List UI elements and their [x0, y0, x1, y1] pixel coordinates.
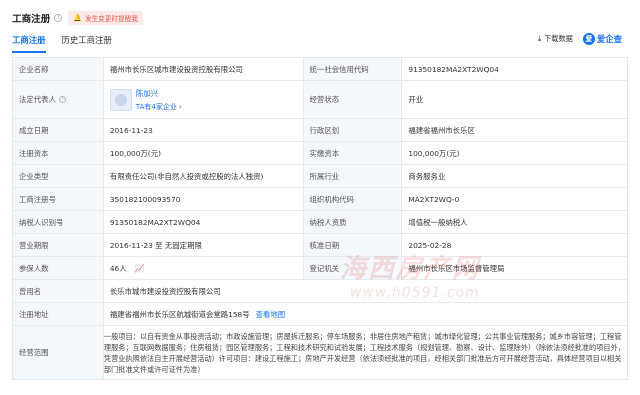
change-notify-button[interactable]: 🔔 发生变更时提醒我 — [68, 11, 143, 25]
help-icon[interactable]: ? — [54, 14, 63, 22]
legal-rep-label: 法定代表人 — [19, 95, 56, 104]
value-industry: 商务服务业 — [402, 165, 628, 187]
value-founded: 2016-11-23 — [104, 119, 304, 141]
avatar — [109, 88, 132, 111]
value-former-name: 长乐市城市建设投资控股有限公司 — [104, 280, 628, 302]
legal-rep-name[interactable]: 陈加兴 — [136, 88, 182, 99]
label-registered-capital: 注册资本 — [13, 142, 104, 164]
address-text: 福建省福州市长乐区航城街道会堂路158号 — [109, 309, 250, 319]
table-row: 曾用名 长乐市城市建设投资控股有限公司 — [13, 280, 628, 303]
label-region: 行政区划 — [303, 119, 403, 141]
value-paidin-capital: 100,000万(元) — [402, 142, 628, 164]
table-row: 工商注册号 350182100093570 组织机构代码 MA2XT2WQ-0 — [13, 188, 628, 211]
brand-icon: 爱 — [582, 33, 595, 45]
table-row: 纳税人识别号 91350182MA2XT2WQ04 纳税人资质 增值税一般纳税人 — [13, 211, 628, 234]
avatar-person-icon — [114, 93, 127, 106]
brand-label: 爱企查 — [596, 34, 622, 44]
value-address: 福建省福州市长乐区航城街道会堂路158号 查看地图 — [104, 303, 628, 325]
label-approval-date: 核准日期 — [303, 234, 403, 256]
label-registration-authority: 登记机关 — [303, 257, 403, 279]
value-taxpayer-qual: 增值税一般纳税人 — [402, 211, 628, 233]
tab-business-registration[interactable]: 工商注册 — [12, 34, 46, 53]
table-row: 法定代表人 ? 陈加兴 TA有4家企业 › 经营状态 开业 — [13, 81, 628, 119]
table-row: 营业期限 2016-11-23 至 无固定期限 核准日期 2025-02-28 — [13, 234, 628, 257]
insured-count: 46人 — [109, 263, 127, 273]
value-business-term: 2016-11-23 至 无固定期限 — [104, 234, 304, 256]
value-insured: 46人 📈 — [104, 257, 304, 279]
table-row: 注册地址 福建省福州市长乐区航城街道会堂路158号 查看地图 — [13, 303, 628, 326]
label-org-code: 组织机构代码 — [303, 188, 403, 210]
label-credit-code: 统一社会信用代码 — [303, 58, 403, 80]
toolbar: ⤓ 下载数据 爱 爱企查 — [538, 33, 622, 45]
table-row: 经营范围 一般项目：以自有资金从事投资活动；市政设施管理；房屋拆迁服务；停车场服… — [13, 326, 628, 380]
tab-bar: 工商注册 历史工商注册 — [12, 34, 128, 53]
value-legal-rep: 陈加兴 TA有4家企业 › — [104, 81, 304, 118]
label-insured: 参保人数 — [13, 257, 104, 279]
label-address: 注册地址 — [13, 303, 104, 325]
label-business-scope: 经营范围 — [13, 326, 104, 379]
value-approval-date: 2025-02-28 — [402, 234, 628, 256]
trend-chart-icon[interactable]: 📈 — [135, 264, 145, 273]
table-row: 注册资本 100,000万(元) 实缴资本 100,000万(元) — [13, 142, 628, 165]
label-industry: 所属行业 — [303, 165, 403, 187]
label-taxpayer-id: 纳税人识别号 — [13, 211, 104, 233]
table-row: 企业名称 福州市长乐区城市建设投资控股有限公司 统一社会信用代码 9135018… — [13, 58, 628, 81]
value-taxpayer-id: 91350182MA2XT2WQ04 — [104, 211, 304, 233]
tab-history-registration[interactable]: 历史工商注册 — [62, 34, 112, 53]
info-icon[interactable]: ? — [58, 96, 66, 103]
value-business-scope: 一般项目：以自有资金从事投资活动；市政设施管理；房屋拆迁服务；停车场服务；非居住… — [104, 326, 628, 379]
label-business-term: 营业期限 — [13, 234, 104, 256]
label-legal-rep: 法定代表人 ? — [13, 81, 104, 118]
label-status: 经营状态 — [303, 81, 403, 118]
value-company-type: 有限责任公司(非自然人投资或控股的法人独资) — [104, 165, 304, 187]
page-title: 工商注册 — [12, 14, 51, 25]
label-company-name: 企业名称 — [13, 58, 104, 80]
value-status: 开业 — [402, 81, 628, 118]
label-founded: 成立日期 — [13, 119, 104, 141]
legal-rep-card[interactable]: 陈加兴 TA有4家企业 › — [109, 88, 182, 112]
value-region: 福建省福州市长乐区 — [402, 119, 628, 141]
value-credit-code: 91350182MA2XT2WQ04 — [402, 58, 628, 80]
registration-table: 企业名称 福州市长乐区城市建设投资控股有限公司 统一社会信用代码 9135018… — [12, 57, 628, 380]
bell-icon: 🔔 — [73, 14, 83, 22]
value-registration-authority: 福州市长乐区市场监督管理局 — [402, 257, 628, 279]
label-paidin-capital: 实缴资本 — [303, 142, 403, 164]
brand-logo: 爱 爱企查 — [582, 33, 622, 45]
value-registered-capital: 100,000万(元) — [104, 142, 304, 164]
value-org-code: MA2XT2WQ-0 — [402, 188, 628, 210]
table-row: 成立日期 2016-11-23 行政区划 福建省福州市长乐区 — [13, 119, 628, 142]
download-icon: ⤓ — [537, 34, 542, 43]
download-label: 下载数据 — [544, 34, 573, 43]
download-button[interactable]: ⤓ 下载数据 — [538, 34, 573, 44]
label-former-name: 曾用名 — [13, 280, 104, 302]
notify-label: 发生变更时提醒我 — [85, 15, 138, 23]
label-taxpayer-qual: 纳税人资质 — [303, 211, 403, 233]
header: 工商注册 ? 🔔 发生变更时提醒我 — [12, 10, 143, 26]
value-company-name: 福州市长乐区城市建设投资控股有限公司 — [104, 58, 304, 80]
legal-rep-companies-link[interactable]: TA有4家企业 › — [136, 102, 182, 112]
value-reg-number: 350182100093570 — [104, 188, 304, 210]
table-row: 参保人数 46人 📈 登记机关 福州市长乐区市场监督管理局 — [13, 257, 628, 280]
label-company-type: 企业类型 — [13, 165, 104, 187]
view-map-link[interactable]: 查看地图 — [256, 309, 286, 320]
table-row: 企业类型 有限责任公司(非自然人投资或控股的法人独资) 所属行业 商务服务业 — [13, 165, 628, 188]
label-reg-number: 工商注册号 — [13, 188, 104, 210]
